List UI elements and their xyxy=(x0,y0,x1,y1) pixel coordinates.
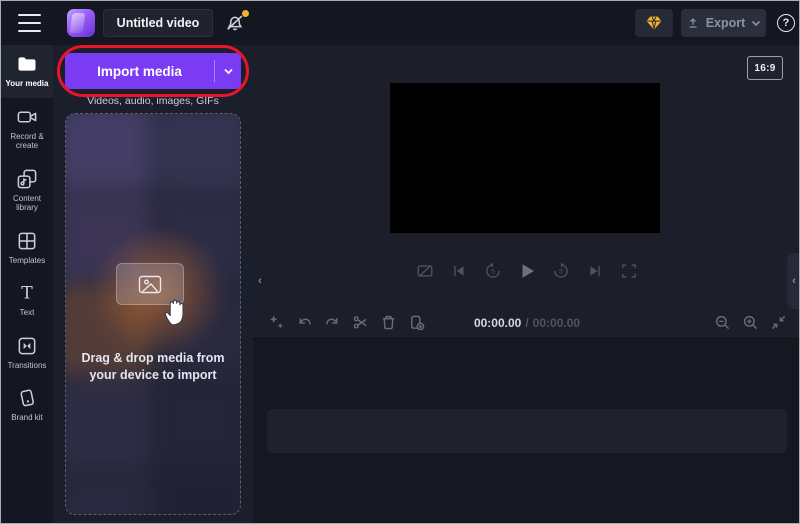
video-preview[interactable] xyxy=(390,83,660,233)
delete-trash-icon[interactable] xyxy=(379,314,397,332)
import-caption: Videos, audio, images, GIFs xyxy=(53,95,253,107)
chevron-down-icon xyxy=(223,68,234,75)
upgrade-gem-button[interactable] xyxy=(635,9,673,37)
timeline-toolbar: 00:00.00 / 00:00.00 xyxy=(253,307,800,339)
total-time: 00:00.00 xyxy=(533,316,580,330)
upload-icon xyxy=(686,16,700,31)
time-display: 00:00.00 / 00:00.00 xyxy=(474,316,580,330)
sidebar-item-templates[interactable]: Templates xyxy=(1,222,53,275)
hand-cursor-icon xyxy=(160,294,196,330)
help-button[interactable]: ? xyxy=(777,14,795,32)
export-label: Export xyxy=(706,16,746,30)
sidebar-item-brand-kit[interactable]: Brand kit xyxy=(1,379,53,432)
image-icon xyxy=(138,275,162,294)
time-separator: / xyxy=(525,316,528,330)
svg-text:T: T xyxy=(21,283,33,303)
transitions-icon xyxy=(16,335,38,357)
camera-icon xyxy=(16,106,38,128)
svg-text:5: 5 xyxy=(559,268,563,275)
edit-tools xyxy=(253,314,425,332)
import-media-button[interactable]: Import media xyxy=(65,53,241,89)
sidebar-item-transitions[interactable]: Transitions xyxy=(1,327,53,380)
gem-icon xyxy=(644,13,664,33)
suggestions-sparkle-icon[interactable] xyxy=(267,314,285,332)
folder-icon xyxy=(16,53,38,75)
brand-kit-icon xyxy=(16,387,38,409)
jump-back-icon[interactable]: 5 xyxy=(483,261,503,281)
zoom-tools xyxy=(713,314,800,332)
fullscreen-icon[interactable] xyxy=(619,261,639,281)
sidebar-item-text[interactable]: T Text xyxy=(1,274,53,327)
collapse-media-panel-handle[interactable]: ‹ xyxy=(253,253,267,309)
picture-in-picture-icon[interactable] xyxy=(415,261,435,281)
zoom-to-fit-icon[interactable] xyxy=(769,314,787,332)
chevron-left-icon: ‹ xyxy=(258,275,262,287)
preview-stage: 16:9 5 5 xyxy=(253,45,800,307)
sidebar-item-record-create[interactable]: Record & create xyxy=(1,98,53,160)
text-icon: T xyxy=(16,282,38,304)
zoom-in-icon[interactable] xyxy=(741,314,759,332)
export-button[interactable]: Export xyxy=(681,9,766,37)
video-title-input[interactable]: Untitled video xyxy=(103,9,213,37)
drag-drop-zone[interactable]: Drag & drop media from your device to im… xyxy=(65,113,241,515)
your-media-panel: Import media Videos, audio, images, GIFs xyxy=(53,45,253,524)
play-button[interactable] xyxy=(517,261,537,281)
jump-forward-icon[interactable]: 5 xyxy=(551,261,571,281)
dropzone-text: Drag & drop media from your device to im… xyxy=(66,350,240,384)
clipchamp-logo-icon[interactable] xyxy=(67,9,95,37)
undo-icon[interactable] xyxy=(295,314,313,332)
menu-icon[interactable] xyxy=(18,14,41,32)
templates-icon xyxy=(16,230,38,252)
top-bar: Untitled video Export ? xyxy=(1,1,800,45)
skip-to-end-icon[interactable] xyxy=(585,261,605,281)
sidebar-item-your-media[interactable]: Your media xyxy=(1,45,53,98)
redo-icon[interactable] xyxy=(323,314,341,332)
timeline-track[interactable] xyxy=(267,409,787,453)
notifications-off-icon[interactable] xyxy=(223,11,249,35)
import-media-label: Import media xyxy=(65,53,214,89)
svg-text:5: 5 xyxy=(491,268,495,275)
notification-badge xyxy=(241,9,250,18)
library-icon xyxy=(16,168,38,190)
zoom-out-icon[interactable] xyxy=(713,314,731,332)
chevron-down-icon xyxy=(751,20,761,27)
aspect-ratio-button[interactable]: 16:9 xyxy=(747,56,783,80)
clipchamp-window: Untitled video Export ? Your media xyxy=(0,0,800,524)
duplicate-add-icon[interactable] xyxy=(407,314,425,332)
playback-controls: 5 5 xyxy=(253,261,800,281)
skip-to-start-icon[interactable] xyxy=(449,261,469,281)
sidebar: Your media Record & create Content libra… xyxy=(1,45,53,524)
current-time: 00:00.00 xyxy=(474,316,521,330)
import-media-dropdown[interactable] xyxy=(215,53,241,89)
sidebar-item-content-library[interactable]: Content library xyxy=(1,160,53,222)
chevron-left-icon: ‹ xyxy=(792,275,796,287)
expand-properties-panel-handle[interactable]: ‹ xyxy=(787,253,800,309)
timeline-area[interactable] xyxy=(253,339,800,524)
split-scissors-icon[interactable] xyxy=(351,314,369,332)
